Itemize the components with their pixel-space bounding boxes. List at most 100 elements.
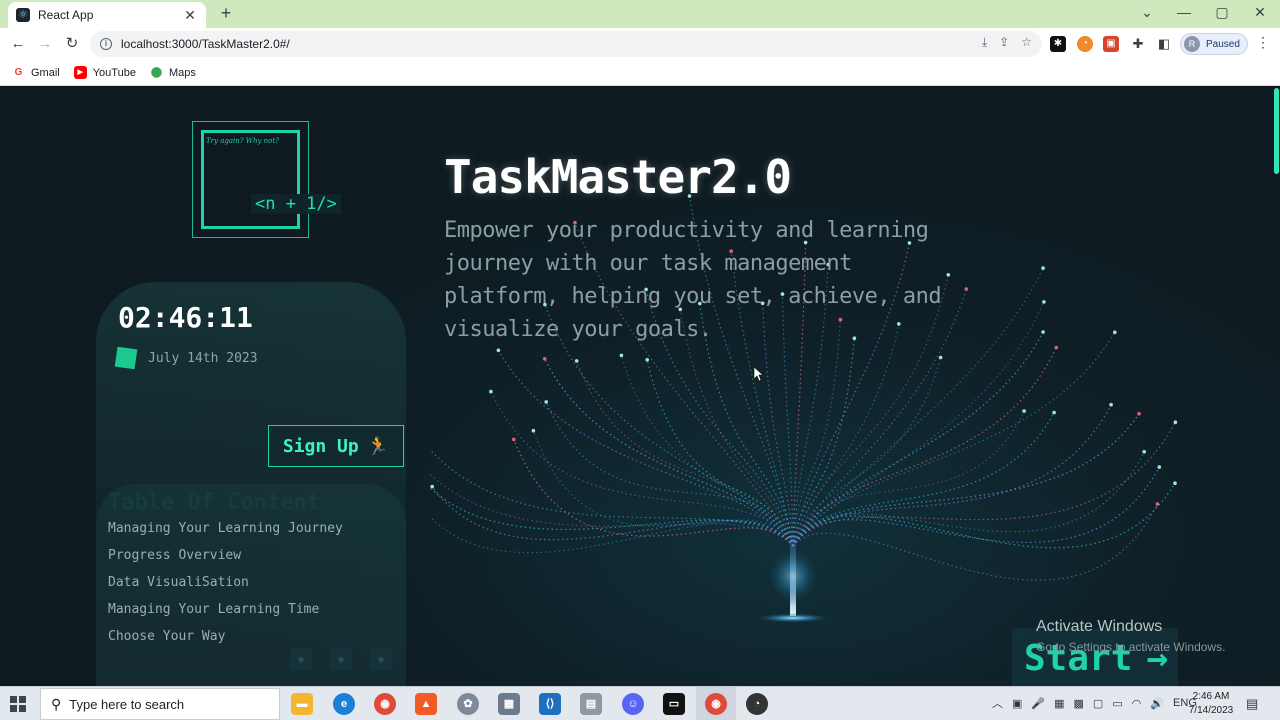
notification-icon[interactable]: ▤ [1246,696,1258,712]
scrollbar[interactable] [1274,88,1279,174]
maps-icon: ⬤ [150,67,163,78]
tray-app-icon[interactable]: ▣ [1012,697,1022,710]
brave-icon[interactable]: ▲ [415,693,437,715]
mouse-cursor-icon [754,367,764,381]
edge-icon[interactable]: e [333,693,355,715]
app-icon[interactable]: ▤ [580,693,602,715]
tree-branch [792,466,1160,547]
tab-react-app[interactable]: ⚛ React App ✕ [8,2,206,28]
tree-branch-tip [1041,330,1045,334]
tray-app-icon[interactable]: ▦ [1054,697,1064,710]
tree-branch [792,412,1055,547]
reload-button[interactable]: ↻ [62,34,82,54]
tree-branch [792,331,1116,547]
github-icon[interactable]: ● [290,648,312,670]
back-button[interactable]: ← [8,34,28,54]
chrome-icon[interactable]: ◉ [374,693,396,715]
sign-up-button[interactable]: Sign Up 🏃 [268,425,404,467]
bookmark-star-icon[interactable]: ☆ [1021,35,1032,50]
sign-up-label: Sign Up [282,435,359,457]
tree-branch-tip [1173,420,1178,424]
volume-icon[interactable]: 🔊 [1150,697,1164,710]
app-icon[interactable]: ✿ [457,693,479,715]
avatar: R [1184,36,1200,52]
puzzle-icon[interactable]: ✚ [1130,36,1146,52]
start-button[interactable]: Start → [1012,628,1178,686]
toc-title: Table Of Content [108,490,320,515]
taskbar-search-input[interactable]: ⚲ Type here to search [40,688,280,720]
discord-icon[interactable]: ☺ [622,693,644,715]
tree-branch-tip [512,437,516,442]
toc-list: Managing Your Learning Journey Progress … [108,520,343,655]
maximize-button[interactable]: ▢ [1212,4,1232,21]
new-tab-button[interactable]: + [216,3,236,24]
tree-branch-tip [645,358,649,362]
tree-branch-tip [542,357,547,361]
menu-icon[interactable]: ⋮ [1256,34,1270,51]
taskbar-clock[interactable]: 2:46 AM 7/14/2023 [1186,690,1236,718]
wifi-icon[interactable]: ◠ [1132,697,1142,710]
tree-branch-tip [1052,410,1056,415]
address-bar[interactable]: i localhost:3000/TaskMaster2.0#/ ⤓ ⇪ ☆ [90,31,1042,57]
react-icon: ⚛ [16,8,30,22]
social-links: ● ● ● [290,648,392,670]
microphone-icon[interactable]: 🎤 [1031,697,1045,710]
hero-description: Empower your productivity and learning j… [444,218,942,342]
taskbar-date: 7/14/2023 [1188,705,1234,716]
logo[interactable]: Try again? Why not? <n + 1/> [192,121,341,238]
extension-icon[interactable]: ◔ [1077,36,1093,52]
windows-start-icon[interactable] [10,696,26,712]
tree-branch-tip [1041,266,1045,270]
vscode-icon[interactable]: ⟨⟩ [539,693,561,715]
tree-branch-tip [1137,412,1141,416]
chevron-down-icon[interactable]: ⌄ [1137,4,1157,21]
profile-status: Paused [1206,38,1240,50]
recorder-icon[interactable]: ◔ [746,693,768,715]
date-row: July 14th 2023 [114,346,258,370]
close-tab-icon[interactable]: ✕ [182,7,198,24]
chrome-active-icon[interactable]: ◉ [705,693,727,715]
linkedin-icon[interactable]: ● [370,648,392,670]
twitter-icon[interactable]: ● [330,648,352,670]
terminal-icon[interactable]: ▭ [663,693,685,715]
toc-item[interactable]: Managing Your Learning Time [108,601,343,628]
extension-icon[interactable]: ✱ [1050,36,1066,52]
toc-item[interactable]: Managing Your Learning Journey [108,520,343,547]
tree-branch [532,430,794,547]
close-window-button[interactable]: ✕ [1250,4,1270,21]
tree-branch [792,451,1145,547]
tree-branch [497,350,794,547]
toc-item[interactable]: Data VisualiSation [108,574,343,601]
calculator-icon[interactable]: ▦ [498,693,520,715]
tree-branch-tip [938,355,943,360]
bookmarks-bar: G Gmail ▶ YouTube ⬤ Maps [0,60,1280,86]
tree-branch-tip [946,273,951,277]
tree-branch [792,482,1176,549]
activate-windows-title: Activate Windows [1036,618,1163,635]
chevron-up-icon[interactable]: ︿ [992,695,1003,711]
logo-tagline: Try again? Why not? [206,137,279,145]
tree-branch [792,331,1044,547]
file-explorer-icon[interactable]: ▬ [291,693,313,715]
side-panel-icon[interactable]: ◧ [1156,36,1172,52]
battery-icon[interactable]: ▭ [1112,697,1122,710]
tree-branch-tip [619,353,624,358]
info-icon[interactable]: i [100,38,112,50]
install-icon[interactable]: ⤓ [982,35,987,50]
bookmark-youtube[interactable]: ▶ YouTube [73,66,136,79]
tree-branch-tip [1109,402,1113,407]
system-tray: ︿ ▣ 🎤 ▦ ▩ ▢ ▭ ◠ 🔊 ENG [992,695,1197,711]
extension-icon[interactable]: ▣ [1103,36,1119,52]
search-placeholder: Type here to search [69,696,185,712]
minimize-button[interactable]: — [1174,4,1194,20]
bookmark-gmail[interactable]: G Gmail [12,66,60,79]
toc-item[interactable]: Progress Overview [108,547,343,574]
share-icon[interactable]: ⇪ [999,35,1009,50]
bookmark-maps[interactable]: ⬤ Maps [150,66,196,79]
forward-button[interactable]: → [35,34,55,54]
tree-branch-tip [1142,450,1146,454]
tray-app-icon[interactable]: ▩ [1074,697,1084,710]
tree-branch-tip [1157,465,1162,469]
profile-button[interactable]: R Paused [1180,33,1248,55]
tray-app-icon[interactable]: ▢ [1093,697,1103,710]
